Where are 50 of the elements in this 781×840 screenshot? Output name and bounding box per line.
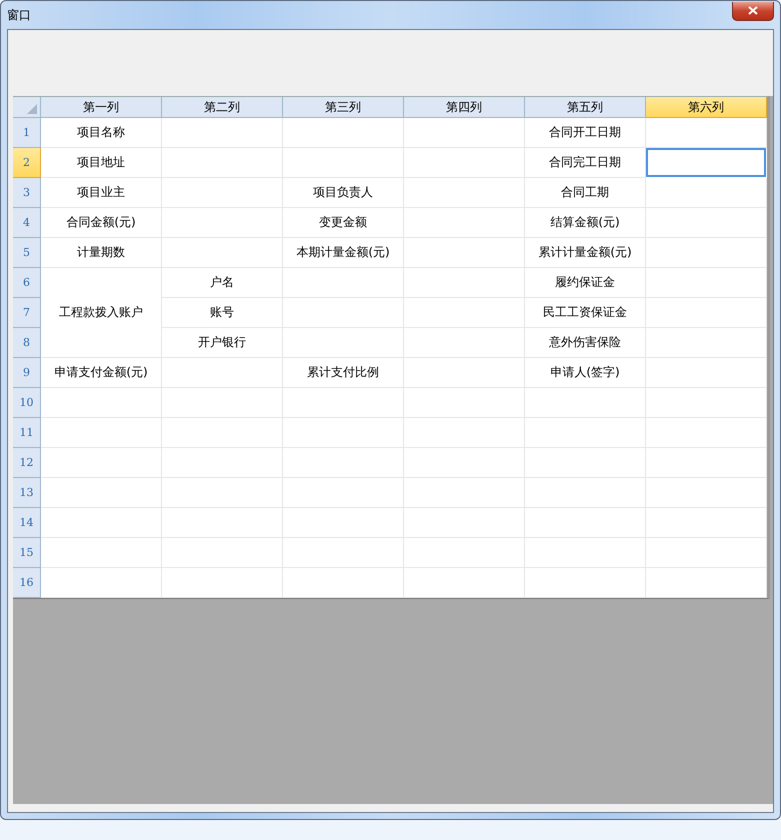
row-header[interactable]: 14 — [13, 508, 41, 538]
table-cell[interactable]: 合同完工日期 — [525, 148, 646, 178]
table-cell[interactable]: 申请支付金额(元) — [41, 358, 162, 388]
row-header[interactable]: 5 — [13, 238, 41, 268]
column-header[interactable]: 第四列 — [404, 97, 525, 118]
table-cell[interactable]: 本期计量金额(元) — [283, 238, 404, 268]
window-title: 窗口 — [7, 6, 31, 24]
table-cell[interactable]: 计量期数 — [41, 238, 162, 268]
table-cell[interactable] — [646, 148, 766, 177]
row-header[interactable]: 9 — [13, 358, 41, 388]
table-cell[interactable]: 账号 — [162, 298, 283, 328]
row-header[interactable]: 3 — [13, 178, 41, 208]
column-header[interactable]: 第二列 — [162, 97, 283, 118]
row-header[interactable]: 13 — [13, 478, 41, 508]
table-cell[interactable]: 项目地址 — [41, 148, 162, 178]
table-cell[interactable]: 累计计量金额(元) — [525, 238, 646, 268]
row-header[interactable]: 4 — [13, 208, 41, 238]
table-cell[interactable]: 户名 — [162, 268, 283, 298]
column-header[interactable]: 第三列 — [283, 97, 404, 118]
row-header[interactable]: 7 — [13, 298, 41, 328]
table-cell[interactable]: 项目名称 — [41, 118, 162, 148]
close-icon — [748, 6, 758, 15]
table-cell[interactable]: 项目业主 — [41, 178, 162, 208]
table-cell[interactable]: 履约保证金 — [525, 268, 646, 298]
table-cell[interactable]: 开户银行 — [162, 328, 283, 358]
triangle-icon — [27, 104, 37, 114]
table-cell[interactable]: 结算金额(元) — [525, 208, 646, 238]
table-cell[interactable]: 合同金额(元) — [41, 208, 162, 238]
table-cell[interactable]: 意外伤害保险 — [525, 328, 646, 358]
row-header[interactable]: 15 — [13, 538, 41, 568]
column-header[interactable]: 第六列 — [646, 97, 767, 118]
column-header[interactable]: 第五列 — [525, 97, 646, 118]
select-all-corner[interactable] — [13, 97, 41, 118]
table-cell[interactable]: 项目负责人 — [283, 178, 404, 208]
table-cell[interactable]: 民工工资保证金 — [525, 298, 646, 328]
row-header[interactable]: 2 — [13, 148, 41, 178]
row-header[interactable]: 12 — [13, 448, 41, 478]
close-button[interactable] — [732, 2, 774, 20]
table-cell[interactable]: 合同开工日期 — [525, 118, 646, 148]
table-cell[interactable]: 累计支付比例 — [283, 358, 404, 388]
table-cell[interactable]: 变更金额 — [283, 208, 404, 238]
row-header[interactable]: 11 — [13, 418, 41, 448]
row-header[interactable]: 8 — [13, 328, 41, 358]
row-header[interactable]: 16 — [13, 568, 41, 598]
row-header[interactable]: 6 — [13, 268, 41, 298]
column-header[interactable]: 第一列 — [41, 97, 162, 118]
row-header[interactable]: 10 — [13, 388, 41, 418]
table-cell[interactable]: 申请人(签字) — [525, 358, 646, 388]
table-cell[interactable]: 合同工期 — [525, 178, 646, 208]
row-header[interactable]: 1 — [13, 118, 41, 148]
